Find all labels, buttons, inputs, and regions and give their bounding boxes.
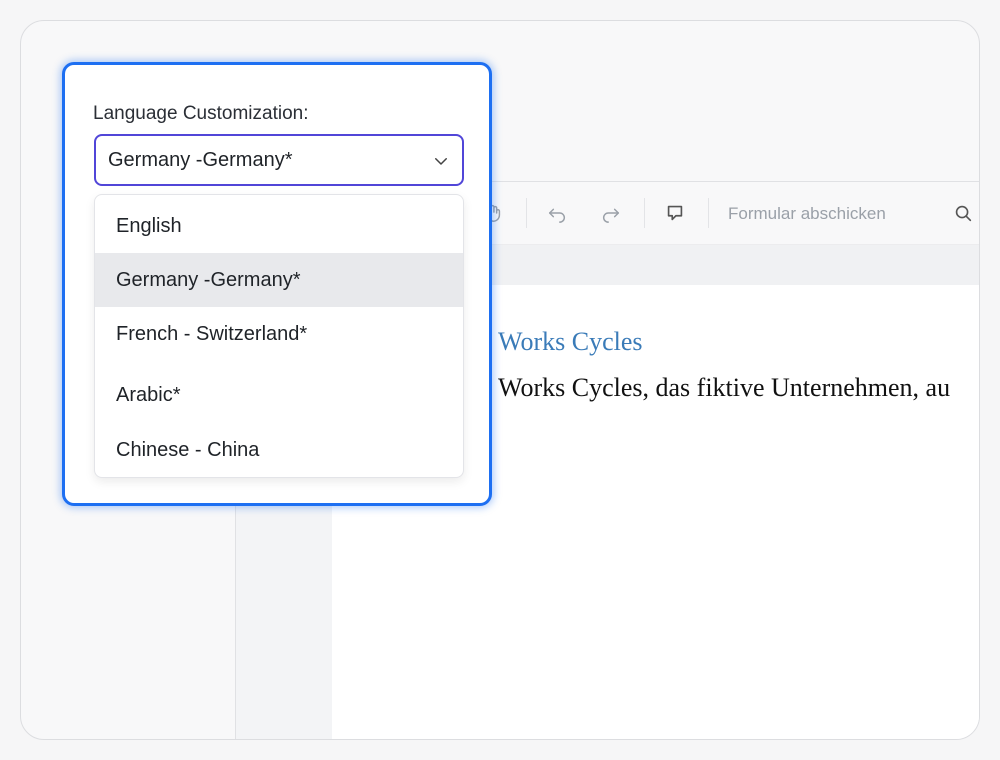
language-option-arabic[interactable]: Arabic* (95, 368, 463, 422)
redo-icon[interactable] (600, 202, 622, 224)
toolbar-separator (526, 198, 527, 228)
chevron-down-icon (432, 152, 450, 170)
submit-form-button[interactable]: Formular abschicken (728, 204, 886, 224)
document-heading: Works Cycles (498, 327, 643, 356)
language-label: Language Customization: (93, 103, 309, 124)
language-select-value: Germany -Germany* (108, 149, 293, 171)
language-option-germany[interactable]: Germany -Germany* (95, 253, 463, 307)
undo-icon[interactable] (546, 202, 568, 224)
toolbar-separator (644, 198, 645, 228)
language-customization-panel: Language Customization: Germany -Germany… (62, 62, 492, 506)
language-option-chinese[interactable]: Chinese - China (95, 423, 463, 477)
language-option-english[interactable]: English (95, 199, 463, 253)
language-option-french[interactable]: French - Switzerland* (95, 307, 463, 361)
search-icon[interactable] (952, 202, 974, 224)
document-body-text: Works Cycles, das fiktive Unternehmen, a… (498, 373, 951, 402)
language-options-list: English Germany -Germany* French - Switz… (94, 194, 464, 478)
toolbar-separator (708, 198, 709, 228)
language-select[interactable]: Germany -Germany* (94, 134, 464, 186)
comment-icon[interactable] (664, 202, 686, 224)
